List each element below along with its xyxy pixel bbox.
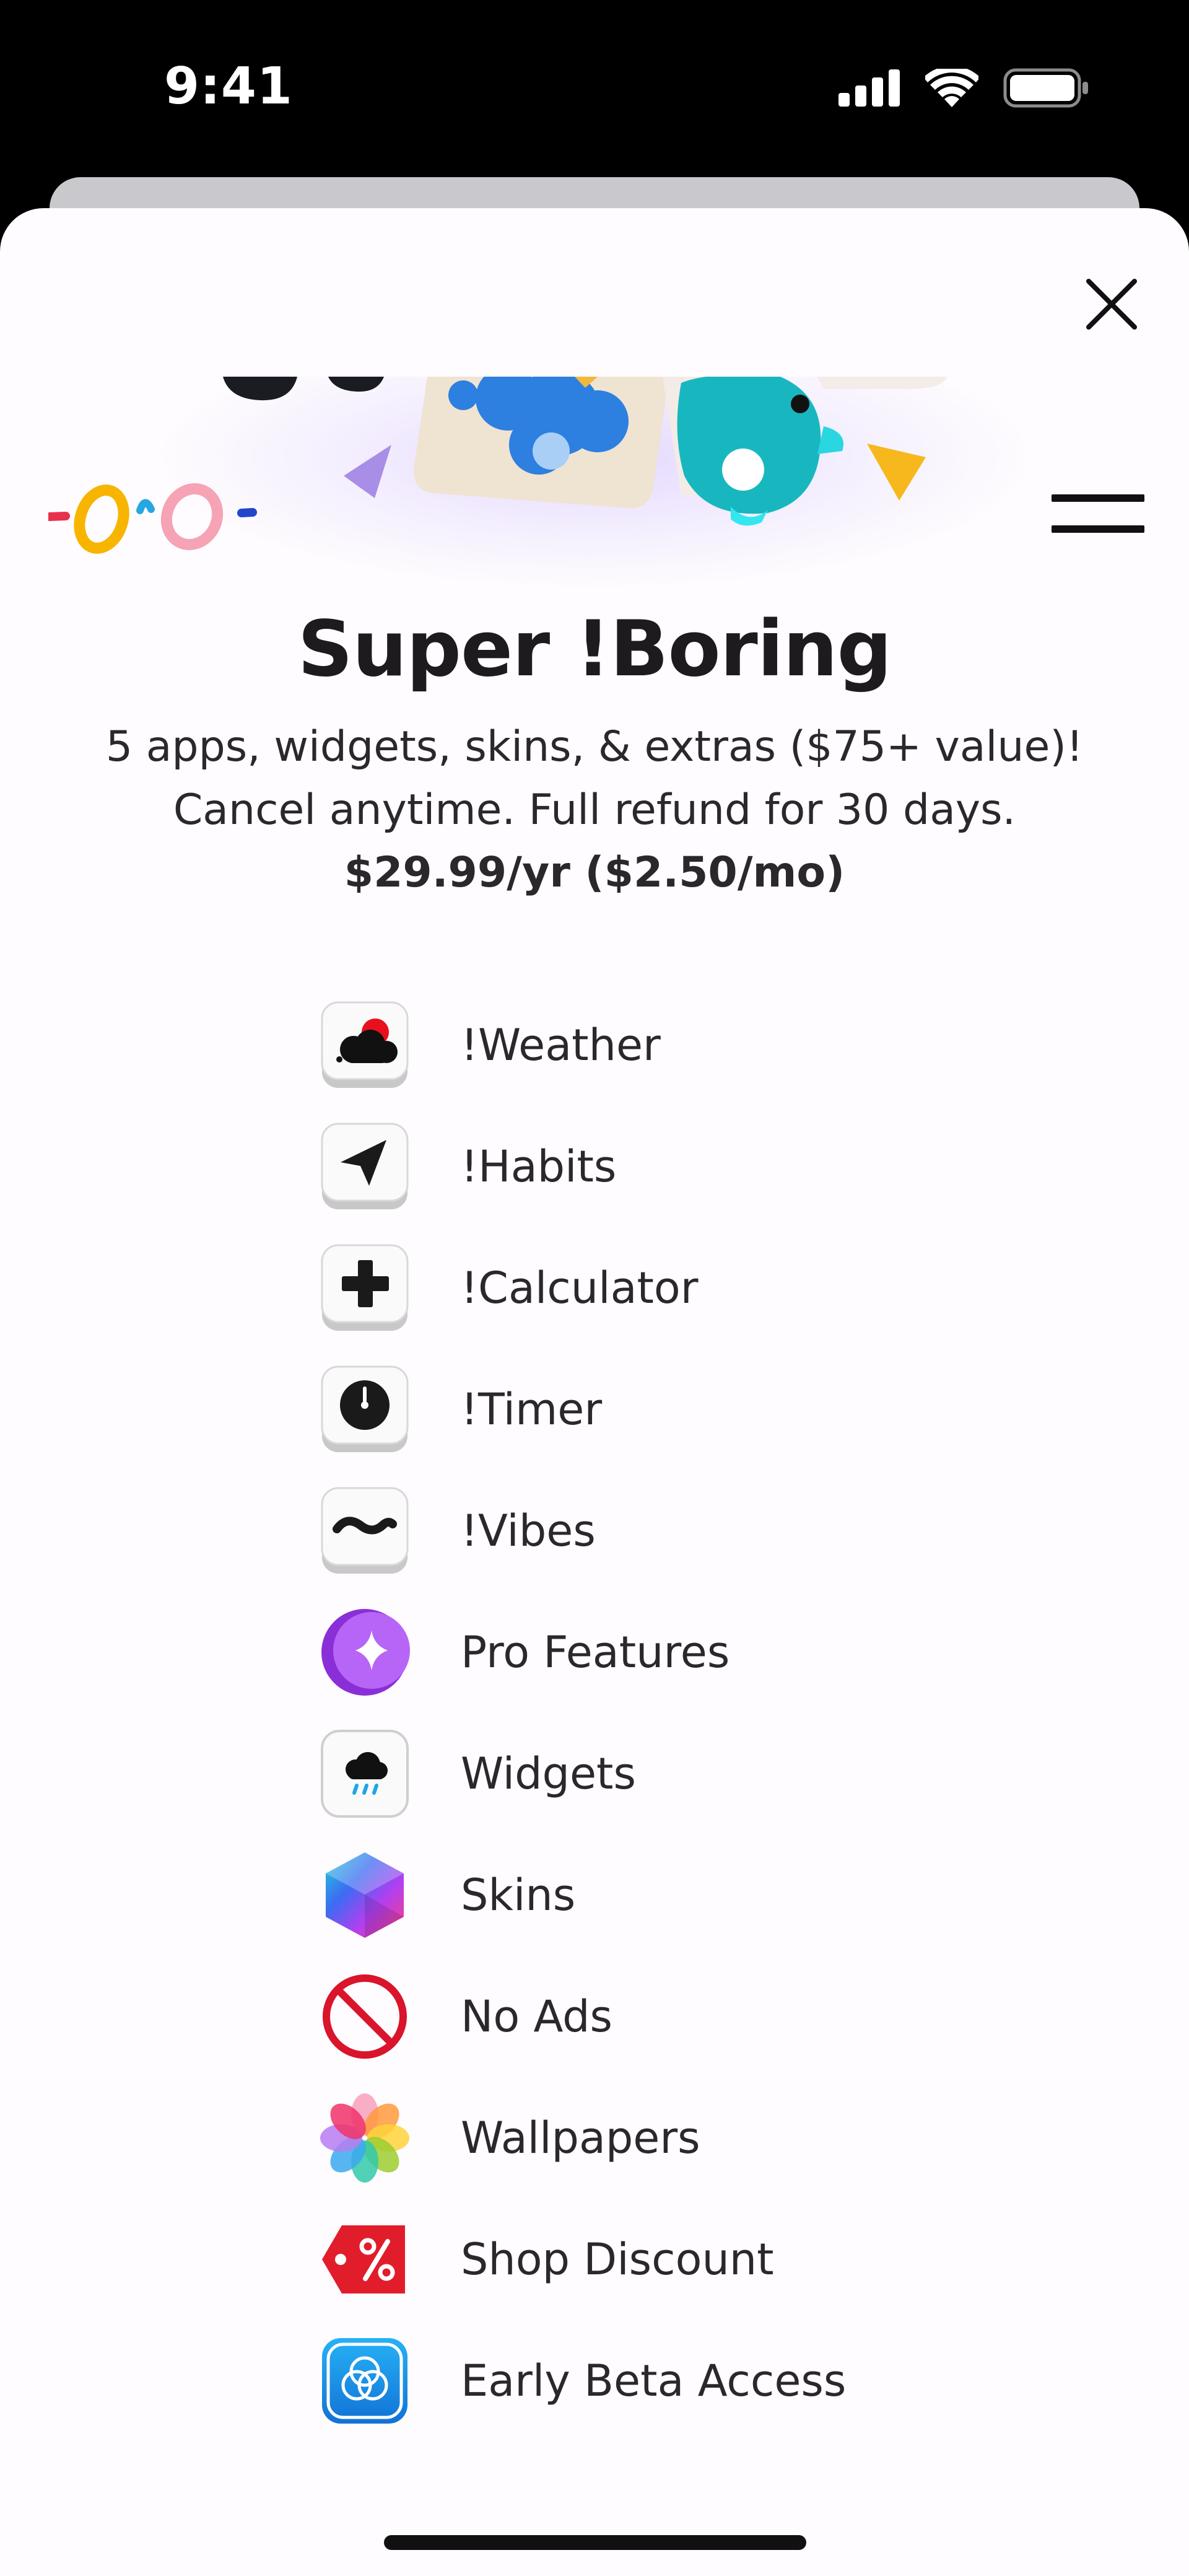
status-bar: 9:41 bbox=[0, 0, 1189, 173]
no-sign-icon bbox=[318, 1970, 411, 2063]
weather-app-icon bbox=[318, 999, 411, 1092]
feature-label: Widgets bbox=[461, 1748, 636, 1799]
status-icons bbox=[838, 68, 1090, 108]
feature-label: !Timer bbox=[461, 1384, 603, 1435]
feature-item-shop-discount: Shop Discount bbox=[318, 2213, 774, 2306]
feature-item-wallpapers: Wallpapers bbox=[318, 2092, 700, 2184]
paywall-title: Super !Boring bbox=[297, 605, 892, 694]
cellular-signal-icon bbox=[838, 69, 900, 107]
widget-rain-cloud-icon bbox=[318, 1727, 411, 1820]
beta-circles-icon bbox=[318, 2334, 411, 2427]
sparkle-icon bbox=[318, 1606, 411, 1699]
discount-tag-icon bbox=[318, 2213, 411, 2306]
feature-item-weather: !Weather bbox=[318, 999, 661, 1092]
feature-item-widgets: Widgets bbox=[318, 1727, 636, 1820]
paywall-sheet: Super !Boring 5 apps, widgets, skins, & … bbox=[0, 208, 1189, 2576]
feature-item-habits: !Habits bbox=[318, 1120, 616, 1213]
hexagon-gradient-icon bbox=[318, 1849, 411, 1942]
close-icon bbox=[1086, 279, 1137, 330]
close-button[interactable] bbox=[1078, 270, 1146, 338]
description-line-2: Cancel anytime. Full refund for 30 days. bbox=[173, 786, 1016, 835]
price-label: $29.99/yr ($2.50/mo) bbox=[344, 848, 845, 897]
timer-app-icon bbox=[318, 1363, 411, 1456]
feature-item-no-ads: No Ads bbox=[318, 1970, 612, 2063]
feature-label: !Weather bbox=[461, 1020, 661, 1071]
feature-label: !Vibes bbox=[461, 1505, 596, 1556]
home-indicator[interactable] bbox=[384, 2535, 806, 2550]
flower-petals-icon bbox=[318, 2092, 411, 2184]
feature-item-early-beta: Early Beta Access bbox=[318, 2334, 846, 2427]
feature-item-timer: !Timer bbox=[318, 1363, 602, 1456]
habits-app-icon bbox=[318, 1120, 411, 1213]
battery-icon bbox=[1003, 68, 1088, 108]
feature-label: Skins bbox=[461, 1870, 576, 1921]
status-time: 9:41 bbox=[164, 57, 293, 116]
app-logo bbox=[48, 483, 257, 554]
feature-label: No Ads bbox=[461, 1991, 612, 2042]
feature-item-pro: Pro Features bbox=[318, 1606, 730, 1699]
feature-label: Pro Features bbox=[461, 1627, 730, 1678]
calculator-app-icon bbox=[318, 1242, 411, 1334]
feature-label: Shop Discount bbox=[461, 2234, 774, 2285]
feature-label: !Habits bbox=[461, 1141, 617, 1192]
feature-item-calculator: !Calculator bbox=[318, 1242, 699, 1334]
feature-label: Wallpapers bbox=[461, 2113, 700, 2163]
wifi-icon bbox=[925, 69, 978, 107]
feature-label: Early Beta Access bbox=[461, 2355, 847, 2406]
menu-button[interactable] bbox=[1052, 494, 1144, 538]
vibes-app-icon bbox=[318, 1484, 411, 1577]
description-line-1: 5 apps, widgets, skins, & extras ($75+ v… bbox=[105, 722, 1084, 771]
feature-item-skins: Skins bbox=[318, 1849, 575, 1942]
feature-label: !Calculator bbox=[461, 1263, 699, 1313]
screen: 9:41 Super !Boring 5 apps, widgets, skin… bbox=[0, 0, 1189, 2576]
feature-item-vibes: !Vibes bbox=[318, 1484, 596, 1577]
